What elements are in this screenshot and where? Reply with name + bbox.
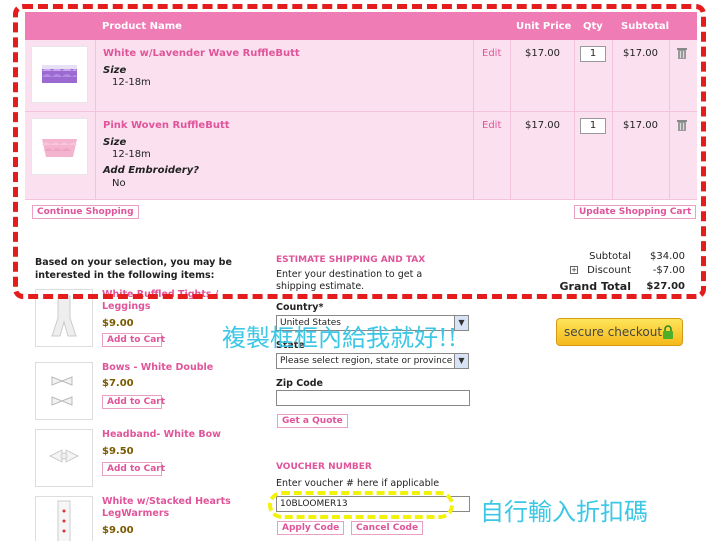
- product-price: $9.50: [102, 446, 134, 457]
- state-value: Please select region, state or province: [280, 356, 453, 366]
- dropdown-arrow-icon[interactable]: ▼: [454, 354, 468, 368]
- product-thumbnail[interactable]: [35, 429, 93, 487]
- list-item: Headband- White Bow $9.50 Add to Cart: [35, 429, 265, 489]
- list-item: Bows - White Double $7.00 Add to Cart: [35, 362, 265, 422]
- checkout-label: secure checkout: [564, 325, 663, 339]
- add-to-cart-button[interactable]: Add to Cart: [102, 333, 165, 347]
- annotation-copy-box: 複製框框內給我就好!!: [222, 324, 458, 352]
- product-price: $9.00: [102, 318, 134, 329]
- add-to-cart-button[interactable]: Add to Cart: [102, 462, 165, 476]
- product-link[interactable]: Headband- White Bow: [102, 429, 242, 441]
- cancel-code-button[interactable]: Cancel Code: [351, 521, 424, 535]
- annotation-enter-code: 自行輸入折扣碼: [480, 498, 648, 526]
- product-link[interactable]: Bows - White Double: [102, 362, 242, 374]
- highlight-box-yellow: [268, 491, 454, 519]
- voucher-description: Enter voucher # here if applicable: [276, 478, 440, 489]
- state-select[interactable]: Please select region, state or province …: [276, 353, 469, 369]
- product-link[interactable]: White w/Stacked Hearts LegWarmers: [102, 496, 242, 520]
- product-thumbnail[interactable]: [35, 362, 93, 420]
- voucher-title: VOUCHER NUMBER: [276, 462, 372, 472]
- lock-icon: [663, 325, 673, 339]
- list-item: White w/Stacked Hearts LegWarmers $9.00: [35, 496, 265, 541]
- secure-checkout-button[interactable]: secure checkout: [556, 318, 683, 346]
- apply-code-button[interactable]: Apply Code: [277, 521, 345, 535]
- highlight-box-red: [13, 4, 706, 299]
- add-to-cart-button[interactable]: Add to Cart: [102, 395, 165, 409]
- product-price: $7.00: [102, 378, 134, 389]
- product-price: $9.00: [102, 525, 134, 536]
- zip-input[interactable]: [276, 390, 470, 406]
- country-label: Country*: [276, 302, 324, 313]
- get-quote-button[interactable]: Get a Quote: [277, 414, 348, 428]
- zip-label: Zip Code: [276, 378, 323, 389]
- product-thumbnail[interactable]: [35, 496, 93, 541]
